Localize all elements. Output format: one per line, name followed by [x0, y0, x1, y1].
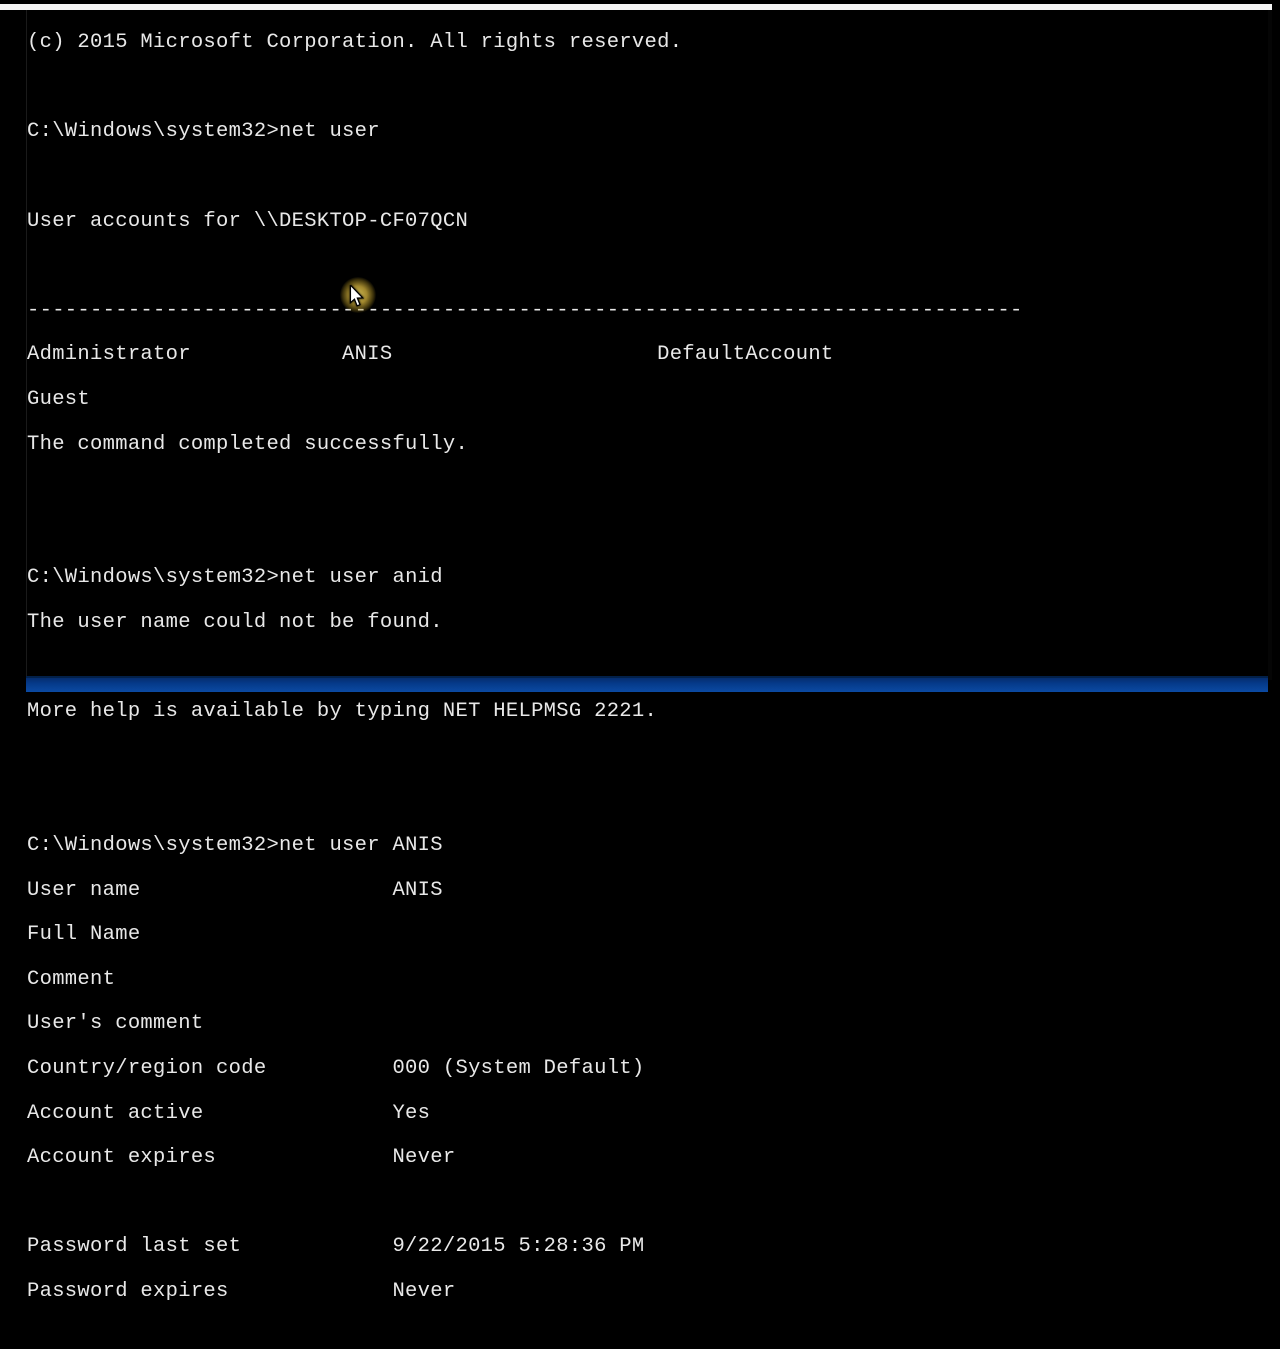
success-line: The command completed successfully. — [27, 434, 1268, 456]
blank-line — [27, 1192, 1268, 1214]
userinfo-expires: Account expires Never — [27, 1147, 1268, 1169]
blank-line — [27, 523, 1268, 545]
blank-line — [27, 790, 1268, 812]
prompt: C:\Windows\system32> — [27, 566, 279, 589]
scrollbar-gutter[interactable] — [1268, 10, 1272, 680]
users-row-2: Guest — [27, 389, 1268, 411]
copyright-line: (c) 2015 Microsoft Corporation. All righ… — [27, 32, 1268, 54]
blank-line — [27, 166, 1268, 188]
command-line-1: C:\Windows\system32>net user — [27, 121, 1268, 143]
userinfo-fullname: Full Name — [27, 924, 1268, 946]
error-line: The user name could not be found. — [27, 612, 1268, 634]
blank-line — [27, 746, 1268, 768]
command-line-3: C:\Windows\system32>net user ANIS — [27, 835, 1268, 857]
prompt: C:\Windows\system32> — [27, 834, 279, 857]
blank-line — [27, 255, 1268, 277]
blank-line — [27, 478, 1268, 500]
window-frame: (c) 2015 Microsoft Corporation. All righ… — [0, 0, 1280, 720]
userinfo-username: User name ANIS — [27, 880, 1268, 902]
help-line: More help is available by typing NET HEL… — [27, 701, 1268, 723]
userinfo-active: Account active Yes — [27, 1103, 1268, 1125]
userinfo-pw-expires: Password expires Never — [27, 1281, 1268, 1303]
blank-line — [27, 77, 1268, 99]
prompt: C:\Windows\system32> — [27, 120, 279, 143]
command-text: net user — [279, 120, 380, 143]
window-chrome-edge — [26, 676, 1268, 692]
userinfo-comment: Comment — [27, 969, 1268, 991]
command-text: net user ANIS — [279, 834, 443, 857]
divider-line: ----------------------------------------… — [27, 300, 1268, 322]
accounts-header: User accounts for \\DESKTOP-CF07QCN — [27, 211, 1268, 233]
users-row-1: Administrator ANIS DefaultAccount — [27, 344, 1268, 366]
command-text: net user anid — [279, 566, 443, 589]
userinfo-users-comment: User's comment — [27, 1013, 1268, 1035]
terminal-viewport[interactable]: (c) 2015 Microsoft Corporation. All righ… — [26, 10, 1268, 680]
userinfo-country: Country/region code 000 (System Default) — [27, 1058, 1268, 1080]
command-line-2: C:\Windows\system32>net user anid — [27, 567, 1268, 589]
userinfo-pw-last-set: Password last set 9/22/2015 5:28:36 PM — [27, 1236, 1268, 1258]
